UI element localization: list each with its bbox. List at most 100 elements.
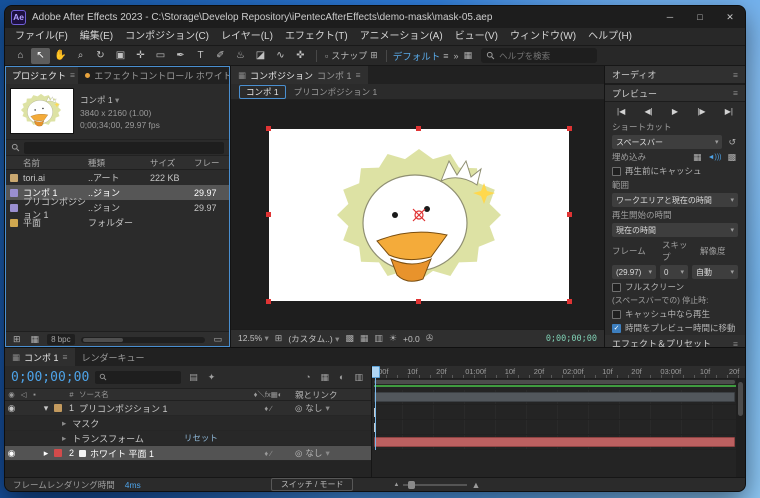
audio-panel-header[interactable]: オーディオ ≡	[605, 66, 745, 84]
frame-rate-dropdown[interactable]: (29.97) ▾	[612, 265, 656, 279]
shortcut-dropdown[interactable]: スペースバー ▾	[612, 135, 723, 149]
composition-viewer[interactable]	[231, 100, 604, 329]
composition-mini-flowchart-icon[interactable]: ▤	[187, 372, 200, 383]
workspace-menu-icon[interactable]: ≡	[441, 51, 450, 61]
home-icon[interactable]: ⌂	[11, 48, 30, 64]
layer-row-white-solid-1[interactable]: ◉ ▸ 2 ホワイト 平面 1 ♦ ∕ ◎ なし ▾	[5, 446, 371, 461]
shy-layers-icon[interactable]: ◔	[303, 372, 312, 382]
playhead[interactable]	[372, 366, 380, 450]
panel-menu-icon[interactable]: ≡	[63, 352, 68, 362]
zoom-level-dropdown[interactable]: 12.5% ▾	[238, 333, 269, 344]
layer-visibility-eye-icon[interactable]: ◉	[5, 403, 18, 414]
layer-number-column[interactable]: #	[64, 390, 79, 399]
include-overlays-icon[interactable]: ▩	[725, 152, 738, 163]
selection-handle-top-left[interactable]	[266, 126, 271, 131]
menu-help[interactable]: ヘルプ(H)	[582, 28, 638, 46]
track-white-solid-1[interactable]	[372, 435, 745, 450]
new-folder-icon[interactable]: ▦	[29, 334, 42, 345]
help-search-input[interactable]	[499, 50, 593, 61]
cache-before-playback-checkbox[interactable]	[612, 166, 621, 176]
snap-label[interactable]: スナップ	[331, 49, 367, 62]
twirl-closed-icon[interactable]: ▸	[62, 418, 66, 429]
panel-menu-icon[interactable]: ≡	[70, 70, 75, 80]
timeline-vertical-scrollbar[interactable]	[736, 379, 745, 477]
include-video-icon[interactable]: ▦	[691, 152, 704, 163]
menu-view[interactable]: ビュー(V)	[449, 28, 504, 46]
range-dropdown[interactable]: ワークエリアと現在の時間 ▾	[612, 193, 738, 207]
playhead-handle[interactable]	[372, 366, 380, 378]
timeline-search-box[interactable]	[95, 370, 182, 384]
viewer-timecode[interactable]: 0;00;00;00	[546, 334, 597, 344]
eye-column-icon[interactable]: ◉	[5, 390, 18, 399]
source-name-column[interactable]: ソース名	[79, 389, 241, 400]
switches-modes-toggle[interactable]: スイッチ / モード	[270, 478, 354, 491]
region-of-interest-icon[interactable]: ▦	[360, 333, 369, 344]
audio-column-icon[interactable]: ◁	[18, 390, 29, 399]
resolution-dropdown[interactable]: (カスタム..) ▾	[288, 333, 339, 345]
selection-handle-bottom-right[interactable]	[567, 299, 572, 304]
exposure-icon[interactable]: ☀	[389, 333, 397, 344]
project-thumbnail[interactable]	[5, 88, 78, 134]
parent-dropdown[interactable]: ◎ なし ▾	[295, 402, 371, 414]
twirl-open-icon[interactable]: ▾	[40, 403, 52, 414]
mask-visibility-icon[interactable]: ▩	[345, 333, 354, 344]
column-size[interactable]: サイズ	[150, 157, 194, 169]
resolution-preview-dropdown[interactable]: 自動 ▾	[692, 265, 738, 279]
selection-handle-bottom-center[interactable]	[416, 299, 421, 304]
workspace-switcher[interactable]: デフォルト	[393, 49, 441, 63]
exposure-value[interactable]: +0.0	[403, 334, 420, 344]
lock-column-icon[interactable]: ▪	[29, 390, 40, 399]
effects-presets-panel-header[interactable]: エフェクト＆プリセット ≡	[605, 335, 745, 347]
graph-editor-icon[interactable]: ▥	[352, 372, 365, 383]
project-row-solids-folder[interactable]: 平面 フォルダー	[5, 215, 230, 230]
next-frame-button[interactable]: |▶	[697, 107, 705, 116]
menu-layer[interactable]: レイヤー(L)	[215, 28, 279, 46]
menu-animation[interactable]: アニメーション(A)	[354, 28, 449, 46]
track-precomposition-1[interactable]	[372, 390, 745, 405]
camera-tool-icon[interactable]: ▣	[111, 48, 130, 64]
selection-handle-bottom-left[interactable]	[266, 299, 271, 304]
reset-icon[interactable]: ↺	[726, 137, 738, 148]
workspace-bar-icon[interactable]: ▦	[462, 50, 475, 61]
layer-row-precomposition-1[interactable]: ◉ ▾ 1 プリコンポジション 1 ♦ ∕ ◎ なし ▾	[5, 401, 371, 416]
navigator-comp-1[interactable]: コンポ 1	[239, 84, 286, 99]
pan-behind-tool-icon[interactable]: ✛	[131, 48, 150, 64]
roto-brush-tool-icon[interactable]: ∿	[271, 48, 290, 64]
close-button[interactable]: ✕	[715, 6, 745, 28]
minimize-button[interactable]: ─	[655, 6, 685, 28]
snap-option-icon[interactable]: ⊞	[368, 50, 380, 61]
puppet-tool-icon[interactable]: ✜	[291, 48, 310, 64]
menu-composition[interactable]: コンポジション(C)	[119, 28, 215, 46]
fullscreen-checkbox[interactable]	[612, 282, 621, 292]
brush-tool-icon[interactable]: ✐	[211, 48, 230, 64]
navigator-precomposition-1[interactable]: プリコンポジション 1	[294, 86, 378, 98]
column-framerate[interactable]: フレー	[194, 157, 230, 169]
property-group-transform[interactable]: ▸ トランスフォーム リセット	[5, 431, 371, 446]
layer-visibility-eye-icon[interactable]: ◉	[5, 448, 18, 459]
tab-render-queue[interactable]: レンダーキュー	[75, 348, 152, 366]
play-cached-checkbox[interactable]	[612, 309, 621, 319]
workspace-overflow-chevron[interactable]: »	[452, 51, 461, 61]
project-search-input[interactable]	[24, 141, 224, 154]
layer-label-color[interactable]	[54, 404, 62, 412]
tab-composition[interactable]: ▦ コンポジション コンポ 1 ≡	[231, 66, 368, 84]
shape-tool-icon[interactable]: ▭	[151, 48, 170, 64]
property-group-masks[interactable]: ▸ マスク	[5, 416, 371, 431]
layer-duration-bar[interactable]	[374, 437, 735, 447]
layer-switches[interactable]: ♦ ∕	[241, 404, 295, 413]
first-frame-button[interactable]: |◀	[617, 107, 625, 116]
project-row-tori-ai[interactable]: tori.ai ..アート 222 KB	[5, 170, 230, 185]
hand-tool-icon[interactable]: ✋	[51, 48, 70, 64]
help-search-box[interactable]	[481, 48, 598, 63]
maximize-button[interactable]: □	[685, 6, 715, 28]
menu-window[interactable]: ウィンドウ(W)	[504, 28, 582, 46]
eraser-tool-icon[interactable]: ◪	[251, 48, 270, 64]
transform-reset-link[interactable]: リセット	[184, 432, 218, 444]
zoom-in-mountain-icon[interactable]: ▲	[471, 480, 480, 490]
column-name[interactable]: 名前	[5, 157, 88, 169]
twirl-closed-icon[interactable]: ▸	[40, 448, 52, 459]
snap-toggle-icon[interactable]: ▫	[323, 51, 330, 61]
timeline-zoom-control[interactable]: ▲ ▲	[393, 480, 480, 490]
selection-tool-icon[interactable]: ↖	[31, 47, 50, 64]
menu-edit[interactable]: 編集(E)	[74, 28, 119, 46]
